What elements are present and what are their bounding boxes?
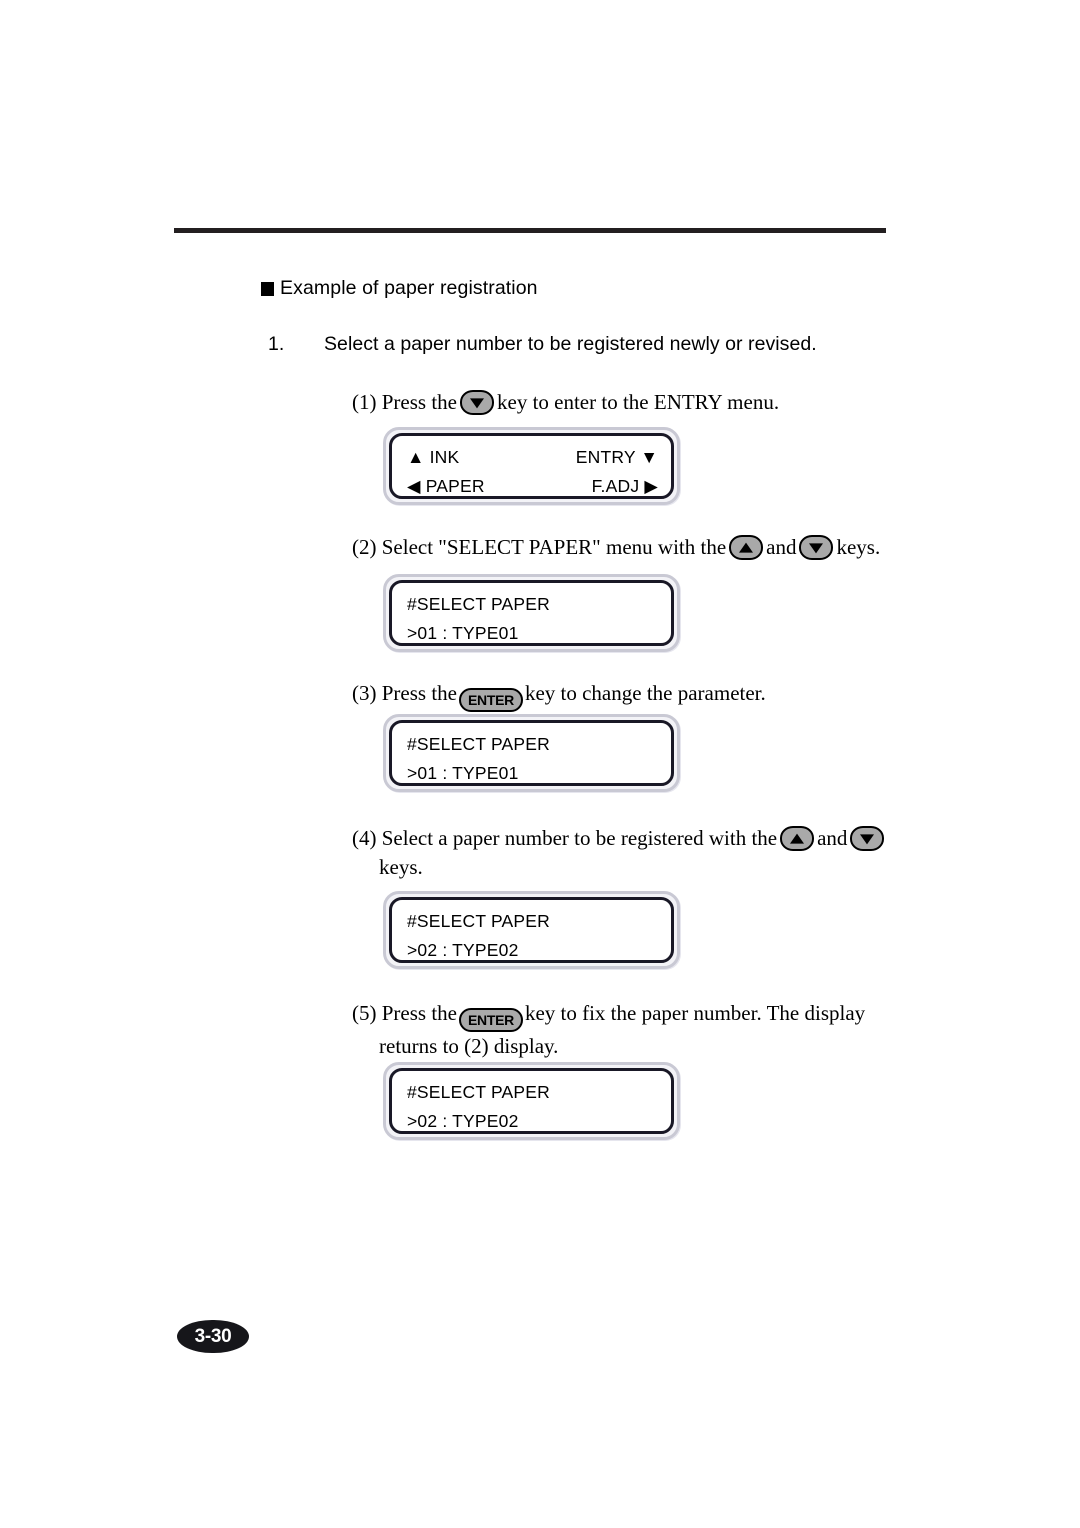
lcd-1-line2-right: F.ADJ ▶ — [591, 476, 658, 496]
lcd-line-2: >01 : TYPE01 — [407, 623, 658, 644]
lcd-5-line1-left: #SELECT PAPER — [407, 1082, 550, 1102]
substep-1-marker: (1) — [352, 390, 377, 414]
substep-1: (1) Press the key to enter to the ENTRY m… — [352, 388, 912, 417]
lcd-display-select-paper-02-b: #SELECT PAPER >02 : TYPE02 — [383, 1062, 680, 1140]
substep-4-text-before: Select a paper number to be registered w… — [381, 826, 778, 850]
substep-5: (5) Press the ENTER key to fix the paper n… — [352, 999, 952, 1061]
substep-3: (3) Press the ENTER key to change the para… — [352, 679, 912, 712]
lcd-screen: #SELECT PAPER >02 : TYPE02 — [389, 897, 674, 963]
lcd-1-line2-left: ◀ PAPER — [407, 476, 485, 496]
lcd-3-line1-left: #SELECT PAPER — [407, 734, 550, 754]
lcd-display-select-paper-01-b: #SELECT PAPER >01 : TYPE01 — [383, 714, 680, 792]
triangle-down-glyph — [860, 833, 875, 844]
lcd-screen: #SELECT PAPER >02 : TYPE02 — [389, 1068, 674, 1134]
lcd-4-line2-left: >02 : TYPE02 — [407, 940, 519, 960]
step-1-text: Select a paper number to be registered n… — [324, 333, 817, 355]
triangle-up-glyph — [739, 542, 754, 553]
lcd-line-1: ▲ INK ENTRY ▼ — [407, 447, 658, 468]
lcd-2-line1-left: #SELECT PAPER — [407, 594, 550, 614]
lcd-line-1: #SELECT PAPER — [407, 911, 658, 932]
lcd-display-entry-menu: ▲ INK ENTRY ▼ ◀ PAPER F.ADJ ▶ — [383, 427, 680, 505]
substep-2: (2) Select "SELECT PAPER" menu with the a… — [352, 533, 952, 562]
substep-4: (4) Select a paper number to be register… — [352, 824, 952, 882]
triangle-down-glyph — [470, 397, 484, 408]
lcd-screen: #SELECT PAPER >01 : TYPE01 — [389, 580, 674, 646]
lcd-5-line2-left: >02 : TYPE02 — [407, 1111, 519, 1131]
lcd-line-1: #SELECT PAPER — [407, 594, 658, 615]
section-heading-label: Example of paper registration — [280, 277, 538, 299]
step-1: 1. Select a paper number to be registered… — [268, 333, 817, 356]
substep-1-text-before: Press the — [381, 390, 457, 414]
header-rule — [174, 228, 886, 233]
lcd-line-2: >01 : TYPE01 — [407, 763, 658, 784]
up-arrow-key-icon[interactable] — [729, 535, 764, 560]
step-1-number: 1. — [268, 333, 285, 355]
substep-3-text-before: Press the — [381, 681, 457, 705]
lcd-display-select-paper-01-a: #SELECT PAPER >01 : TYPE01 — [383, 574, 680, 652]
enter-key-icon[interactable]: ENTER — [459, 688, 523, 712]
lcd-line-2: ◀ PAPER F.ADJ ▶ — [407, 476, 658, 497]
up-arrow-key-icon[interactable] — [780, 826, 815, 851]
lcd-screen: ▲ INK ENTRY ▼ ◀ PAPER F.ADJ ▶ — [389, 433, 674, 499]
square-bullet-icon — [261, 281, 274, 296]
page-number-badge: 3-30 — [177, 1320, 249, 1353]
substep-4-second-line: keys. — [379, 855, 423, 879]
substep-2-text-before: Select "SELECT PAPER" menu with the — [381, 535, 727, 559]
down-arrow-key-icon[interactable] — [799, 535, 834, 560]
substep-4-text-middle: and — [817, 826, 848, 850]
lcd-3-line2-left: >01 : TYPE01 — [407, 763, 519, 783]
substep-5-second-line: returns to (2) display. — [379, 1034, 559, 1058]
lcd-line-2: >02 : TYPE02 — [407, 1111, 658, 1132]
substep-5-marker: (5) — [352, 1001, 377, 1025]
lcd-screen: #SELECT PAPER >01 : TYPE01 — [389, 720, 674, 786]
substep-3-marker: (3) — [352, 681, 377, 705]
substep-4-marker: (4) — [352, 826, 377, 850]
substep-2-marker: (2) — [352, 535, 377, 559]
substep-5-text-before: Press the — [381, 1001, 457, 1025]
triangle-down-glyph — [809, 542, 824, 553]
lcd-1-line1-right: ENTRY ▼ — [575, 447, 658, 467]
down-arrow-key-icon[interactable] — [460, 390, 494, 415]
enter-key-icon[interactable]: ENTER — [459, 1008, 523, 1032]
triangle-up-glyph — [790, 833, 805, 844]
substep-5-text-after: key to fix the paper number. The display — [524, 1001, 866, 1025]
substep-1-text-after: key to enter to the ENTRY menu. — [497, 390, 780, 414]
substep-3-text-after: key to change the parameter. — [524, 681, 766, 705]
lcd-line-1: #SELECT PAPER — [407, 1082, 658, 1103]
substep-2-text-after: keys. — [836, 535, 881, 559]
down-arrow-key-icon[interactable] — [850, 826, 885, 851]
substep-2-text-middle: and — [766, 535, 797, 559]
lcd-2-line2-left: >01 : TYPE01 — [407, 623, 519, 643]
lcd-1-line1-left: ▲ INK — [407, 447, 460, 467]
lcd-display-select-paper-02-a: #SELECT PAPER >02 : TYPE02 — [383, 891, 680, 969]
lcd-line-1: #SELECT PAPER — [407, 734, 658, 755]
section-heading: Example of paper registration — [261, 277, 538, 300]
manual-page: Example of paper registration 1. Select a… — [0, 0, 1080, 1528]
lcd-4-line1-left: #SELECT PAPER — [407, 911, 550, 931]
lcd-line-2: >02 : TYPE02 — [407, 940, 658, 961]
